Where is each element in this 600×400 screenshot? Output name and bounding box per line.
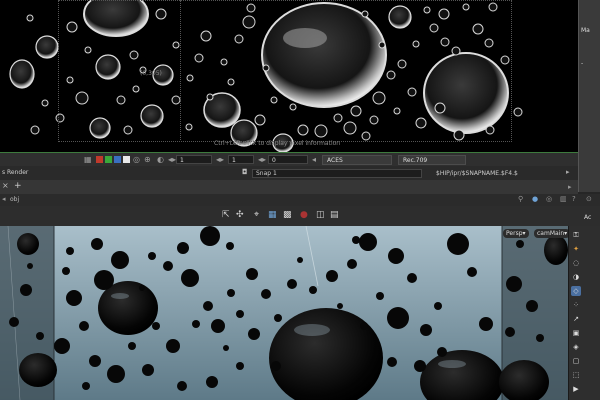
camera-menu-button[interactable]: camMain▾ (534, 229, 571, 238)
shading-icon[interactable]: ◑ (571, 272, 581, 282)
render-region-icon[interactable]: ◫ (316, 210, 325, 220)
help-icon[interactable]: ? (572, 195, 576, 203)
record-icon[interactable]: ● (300, 210, 308, 220)
link-icon[interactable]: ● (532, 195, 538, 203)
background-icon[interactable]: ▢ (571, 356, 581, 366)
blue-channel-swatch[interactable] (114, 156, 121, 163)
select-tool-icon[interactable]: ⇱ (222, 210, 230, 220)
split-icon[interactable]: ▥ (560, 195, 567, 203)
path-pin-icon[interactable]: ⚲ (518, 195, 523, 203)
more-arrow-icon[interactable]: ▸ (566, 168, 570, 176)
green-channel-swatch[interactable] (105, 156, 112, 163)
step-field[interactable]: 1 (228, 155, 254, 164)
close-tab-icon[interactable]: × (2, 181, 9, 190)
frame-field[interactable]: 1 (176, 155, 212, 164)
snapshot-output-path[interactable]: $HIP/ipr/$SNAPNAME.$F4.$ (436, 169, 566, 178)
flipbook-icon[interactable]: ▶ (571, 384, 581, 394)
network-path-label[interactable]: obj (10, 196, 19, 203)
display-select[interactable]: Rec.709 (398, 155, 466, 165)
safe-frame-guide (58, 0, 512, 142)
view-options-icon[interactable]: ▤ (330, 210, 339, 220)
render-tab-label[interactable]: s Render (0, 167, 28, 179)
grid-icon[interactable]: ▦ (84, 155, 92, 164)
frame-arrows-icon[interactable]: ◂▸ (168, 155, 176, 164)
handle-tool-icon[interactable]: ⌖ (254, 210, 259, 220)
side-panel-top-label: Ma (581, 27, 590, 34)
scene-viewport[interactable] (0, 226, 568, 400)
side-panel-strip: Ma - (578, 0, 600, 192)
template-icon[interactable]: ▣ (571, 328, 581, 338)
visualizer-icon[interactable]: ◈ (571, 342, 581, 352)
viewport-scene-bubbles (0, 226, 568, 400)
path-back-icon[interactable]: ◂ (2, 195, 6, 203)
exposure-icon[interactable]: ◂▸ (258, 155, 266, 164)
ghost-icon[interactable]: ◌ (571, 258, 581, 268)
normals-icon[interactable]: ↗ (571, 314, 581, 324)
wireframe-icon[interactable]: ◇ (571, 286, 581, 296)
colorspace-select[interactable]: ACES (322, 155, 392, 165)
snap-tool-icon[interactable]: ▦ (268, 210, 277, 220)
snapshot-camera-icon[interactable]: ◘ (242, 168, 248, 176)
perspective-menu-button[interactable]: Persp▾ (503, 229, 529, 238)
add-tab-button[interactable]: + (14, 181, 22, 191)
step-icon[interactable]: ◂▸ (216, 155, 224, 164)
render-resolution-label: (0,305) (140, 70, 162, 77)
render-hint-text: Ctrl+Left click to display pixel informa… (214, 140, 341, 147)
lock-camera-icon[interactable]: ⚿ (571, 230, 581, 240)
red-channel-swatch[interactable] (96, 156, 103, 163)
snapshot-field[interactable]: Snap 1 (252, 169, 422, 178)
exposure-field[interactable]: 0 (268, 155, 308, 164)
light-icon[interactable]: ✦ (571, 244, 581, 254)
safe-area-icon[interactable]: ⬚ (571, 370, 581, 380)
transform-tool-icon[interactable]: ✣ (236, 210, 244, 220)
lock-icon[interactable]: ⊕ (144, 155, 151, 164)
center-guide (180, 0, 181, 140)
display-points-icon[interactable]: ⁘ (571, 300, 581, 310)
pin-icon[interactable]: ⊙ (586, 195, 592, 203)
pane-menu-icon[interactable]: ▸ (568, 183, 572, 191)
display-options-icon[interactable]: ◎ (546, 195, 552, 203)
camera-icon[interactable]: ◎ (133, 155, 140, 164)
pane-tab-bar (0, 180, 578, 195)
render-toolbar: ▦ ◎ ⊕ ◐ ◂▸ 1 ◂▸ 1 ◂▸ 0 ◂ ACES Rec.709 (0, 152, 578, 167)
alpha-channel-swatch[interactable] (123, 156, 130, 163)
lut-arrow-icon[interactable]: ◂ (312, 155, 316, 164)
side-panel-mid-label: - (581, 60, 584, 67)
render-view[interactable]: (0,305) Ctrl+Left click to display pixel… (0, 0, 578, 152)
grid-toggle-icon[interactable]: ▩ (283, 210, 292, 220)
gamma-icon[interactable]: ◐ (157, 155, 164, 164)
side-panel-lower-label: Ac (584, 214, 592, 221)
